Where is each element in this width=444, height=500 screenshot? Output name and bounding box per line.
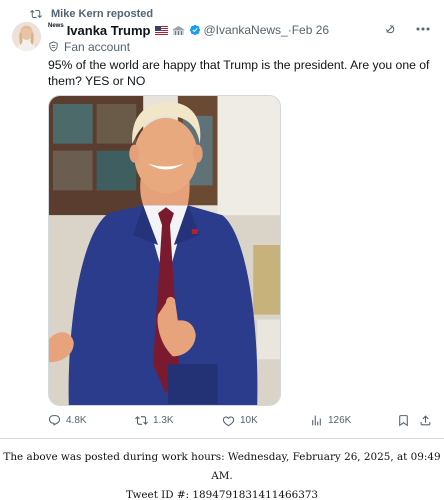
repost-label: Mike Kern reposted [51, 8, 154, 20]
view-count: 126K [328, 415, 352, 426]
fan-account-label: Fan account [48, 39, 130, 54]
footer-line-2: Tweet ID #: 1894791831411466373 [125, 489, 319, 500]
display-name[interactable]: Ivanka Trump [67, 23, 151, 38]
more-icon[interactable] [416, 27, 430, 31]
like-count: 10K [240, 415, 258, 426]
reply-icon [48, 415, 61, 426]
flag-icon [154, 25, 168, 35]
reply-count: 4.8K [66, 415, 87, 426]
fan-account-text: Fan account [64, 39, 131, 54]
repost-header[interactable]: Mike Kern reposted [30, 6, 153, 22]
action-bar: 4.8K 1.3K 10K 126K [48, 414, 434, 434]
share-icon [420, 415, 431, 426]
post-date[interactable]: Feb 26 [292, 23, 329, 37]
fan-shield-icon [49, 41, 58, 52]
author-row: News Ivanka Trump @IvankaNews_ · Feb 26 [48, 21, 432, 39]
repost-action-icon [135, 416, 148, 425]
repost-count: 1.3K [153, 415, 174, 426]
like-button[interactable]: 10K [222, 414, 258, 427]
grok-icon[interactable] [384, 23, 396, 35]
avatar[interactable] [12, 22, 41, 51]
bookmark-button[interactable] [397, 414, 410, 427]
divider [0, 438, 444, 439]
like-icon [222, 416, 235, 427]
tweet-photo[interactable] [48, 95, 281, 406]
views-icon [312, 415, 321, 426]
views-button[interactable]: 126K [310, 414, 351, 427]
repost-icon [30, 9, 42, 19]
handle[interactable]: @IvankaNews_ [204, 23, 288, 37]
verified-icon [189, 24, 200, 36]
bookmark-icon [399, 415, 408, 427]
repost-button[interactable]: 1.3K [135, 414, 174, 427]
footer-caption: The above was posted during work hours: … [0, 448, 444, 500]
footer-line-1: The above was posted during work hours: … [3, 451, 441, 482]
house-icon [171, 25, 185, 35]
news-tag: News [48, 23, 64, 29]
reply-button[interactable]: 4.8K [48, 414, 87, 427]
tweet-text: 95% of the world are happy that Trump is… [48, 58, 430, 88]
share-button[interactable] [419, 414, 432, 427]
